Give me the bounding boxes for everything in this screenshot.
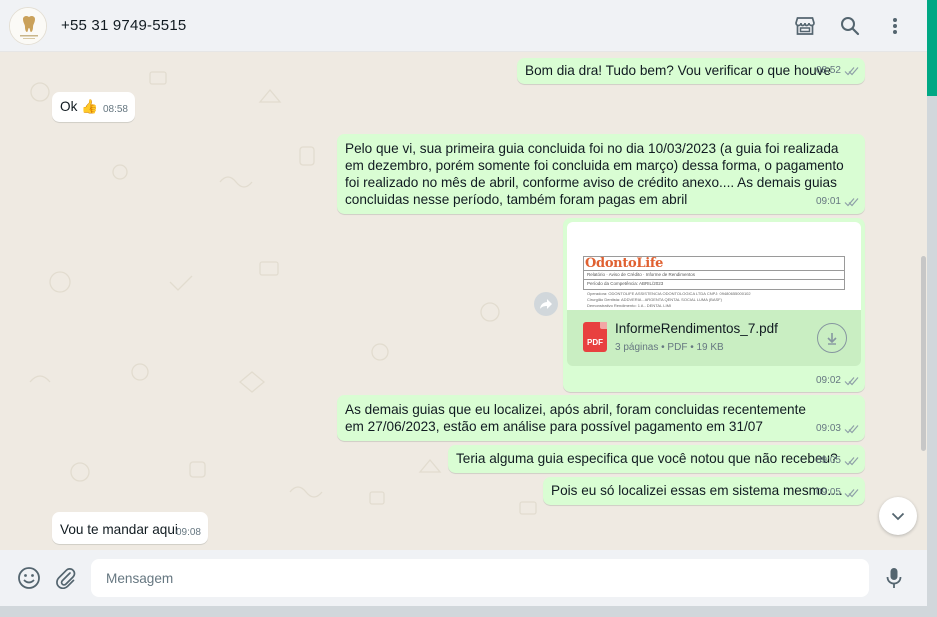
- message-composer: [0, 550, 927, 606]
- microphone-icon: [886, 568, 902, 588]
- message-bubble[interactable]: As demais guias que eu localizei, após a…: [337, 395, 865, 441]
- emoji-icon: [18, 567, 40, 589]
- read-receipt-icon: [844, 197, 859, 206]
- document-file-info: 3 páginas • PDF • 19 KB: [615, 342, 724, 353]
- contact-avatar[interactable]: [9, 7, 47, 45]
- read-receipt-icon: [844, 424, 859, 433]
- document-preview-line: Período da Competência: ABRIL/2023: [587, 281, 664, 286]
- document-preview-line: Relatório · Aviso de Crédito · Informe d…: [587, 272, 695, 277]
- message-time: 09:01: [815, 196, 841, 207]
- message-time: 08:52: [815, 65, 841, 76]
- message-meta: 09:05: [816, 452, 859, 469]
- window-bottom-edge: [0, 606, 937, 617]
- emoji-button[interactable]: [16, 565, 42, 591]
- search-icon[interactable]: [837, 13, 863, 39]
- message-meta: 09:03: [816, 420, 859, 437]
- chat-header: +55 31 9749-5515: [0, 0, 927, 52]
- read-receipt-icon: [844, 456, 859, 465]
- attach-button[interactable]: [53, 565, 79, 591]
- message-bubble[interactable]: Teria alguma guia especifica que você no…: [448, 445, 865, 473]
- message-time: 09:05: [815, 487, 841, 498]
- document-preview-line: Demonstrativo Rendimento: 1 A - DENTAL L…: [587, 303, 672, 308]
- message-text: As demais guias que eu localizei, após a…: [345, 402, 806, 434]
- chat-panel[interactable]: Bom dia dra! Tudo bem? Vou verificar o q…: [0, 52, 927, 550]
- tooth-logo-icon: [10, 8, 46, 44]
- message-meta: 09:01: [816, 193, 859, 210]
- chat-scrollbar-thumb[interactable]: [921, 256, 926, 451]
- message-text: Bom dia dra! Tudo bem? Vou verificar o q…: [525, 63, 832, 78]
- scroll-to-bottom-button[interactable]: [879, 497, 917, 535]
- message-meta: 09:02: [816, 375, 859, 386]
- message-meta: 08:58: [103, 101, 128, 118]
- message-text: Pois eu só localizei essas em sistema me…: [551, 483, 843, 498]
- voice-message-button[interactable]: [881, 565, 907, 591]
- document-message[interactable]: OdontoLife Relatório · Aviso de Crédito …: [563, 218, 865, 392]
- window-edge-accent: [927, 0, 937, 96]
- document-file-row[interactable]: PDF InformeRendimentos_7.pdf 3 páginas •…: [567, 310, 861, 366]
- document-preview-line: Operadora: ODONTOLIFE ASSISTENCIA ODONTO…: [587, 291, 751, 296]
- message-meta: 09:08: [176, 524, 201, 541]
- document-preview-logo: OdontoLife: [585, 256, 664, 271]
- message-text: Pelo que vi, sua primeira guia concluida…: [345, 141, 844, 207]
- message-meta: 08:52: [816, 62, 859, 79]
- message-bubble[interactable]: Ok 👍 08:58: [52, 92, 135, 122]
- contact-name[interactable]: +55 31 9749-5515: [61, 17, 186, 34]
- message-bubble[interactable]: Pelo que vi, sua primeira guia concluida…: [337, 134, 865, 214]
- message-text: Teria alguma guia especifica que você no…: [456, 451, 838, 466]
- document-file-name: InformeRendimentos_7.pdf: [615, 321, 778, 336]
- pdf-file-icon: PDF: [583, 322, 607, 352]
- pdf-badge: PDF: [587, 338, 603, 347]
- chevron-down-icon: [891, 512, 905, 520]
- paperclip-icon: [56, 568, 76, 589]
- message-bubble[interactable]: Pois eu só localizei essas em sistema me…: [543, 477, 865, 505]
- forward-icon: [540, 299, 552, 309]
- message-bubble[interactable]: Bom dia dra! Tudo bem? Vou verificar o q…: [517, 58, 865, 84]
- message-time: 09:08: [175, 527, 201, 538]
- store-icon[interactable]: [792, 13, 818, 39]
- read-receipt-icon: [844, 488, 859, 497]
- message-time: 09:03: [815, 423, 841, 434]
- read-receipt-icon: [844, 376, 859, 385]
- document-preview[interactable]: OdontoLife Relatório · Aviso de Crédito …: [567, 222, 861, 310]
- message-bubble[interactable]: Vou te mandar aqui 09:08: [52, 512, 208, 544]
- download-icon: [827, 332, 837, 345]
- download-button[interactable]: [817, 323, 847, 353]
- forward-button[interactable]: [534, 292, 558, 316]
- message-input[interactable]: [91, 559, 869, 597]
- read-receipt-icon: [844, 66, 859, 75]
- message-meta: 09:05: [816, 484, 859, 501]
- message-time: 09:05: [815, 455, 841, 466]
- message-time: 09:02: [815, 375, 841, 386]
- menu-dots-icon[interactable]: [882, 13, 908, 39]
- message-time: 08:58: [102, 104, 128, 115]
- document-preview-line: Cirurgião Dentista: ADDVERIA - ARGENTA Q…: [587, 297, 722, 302]
